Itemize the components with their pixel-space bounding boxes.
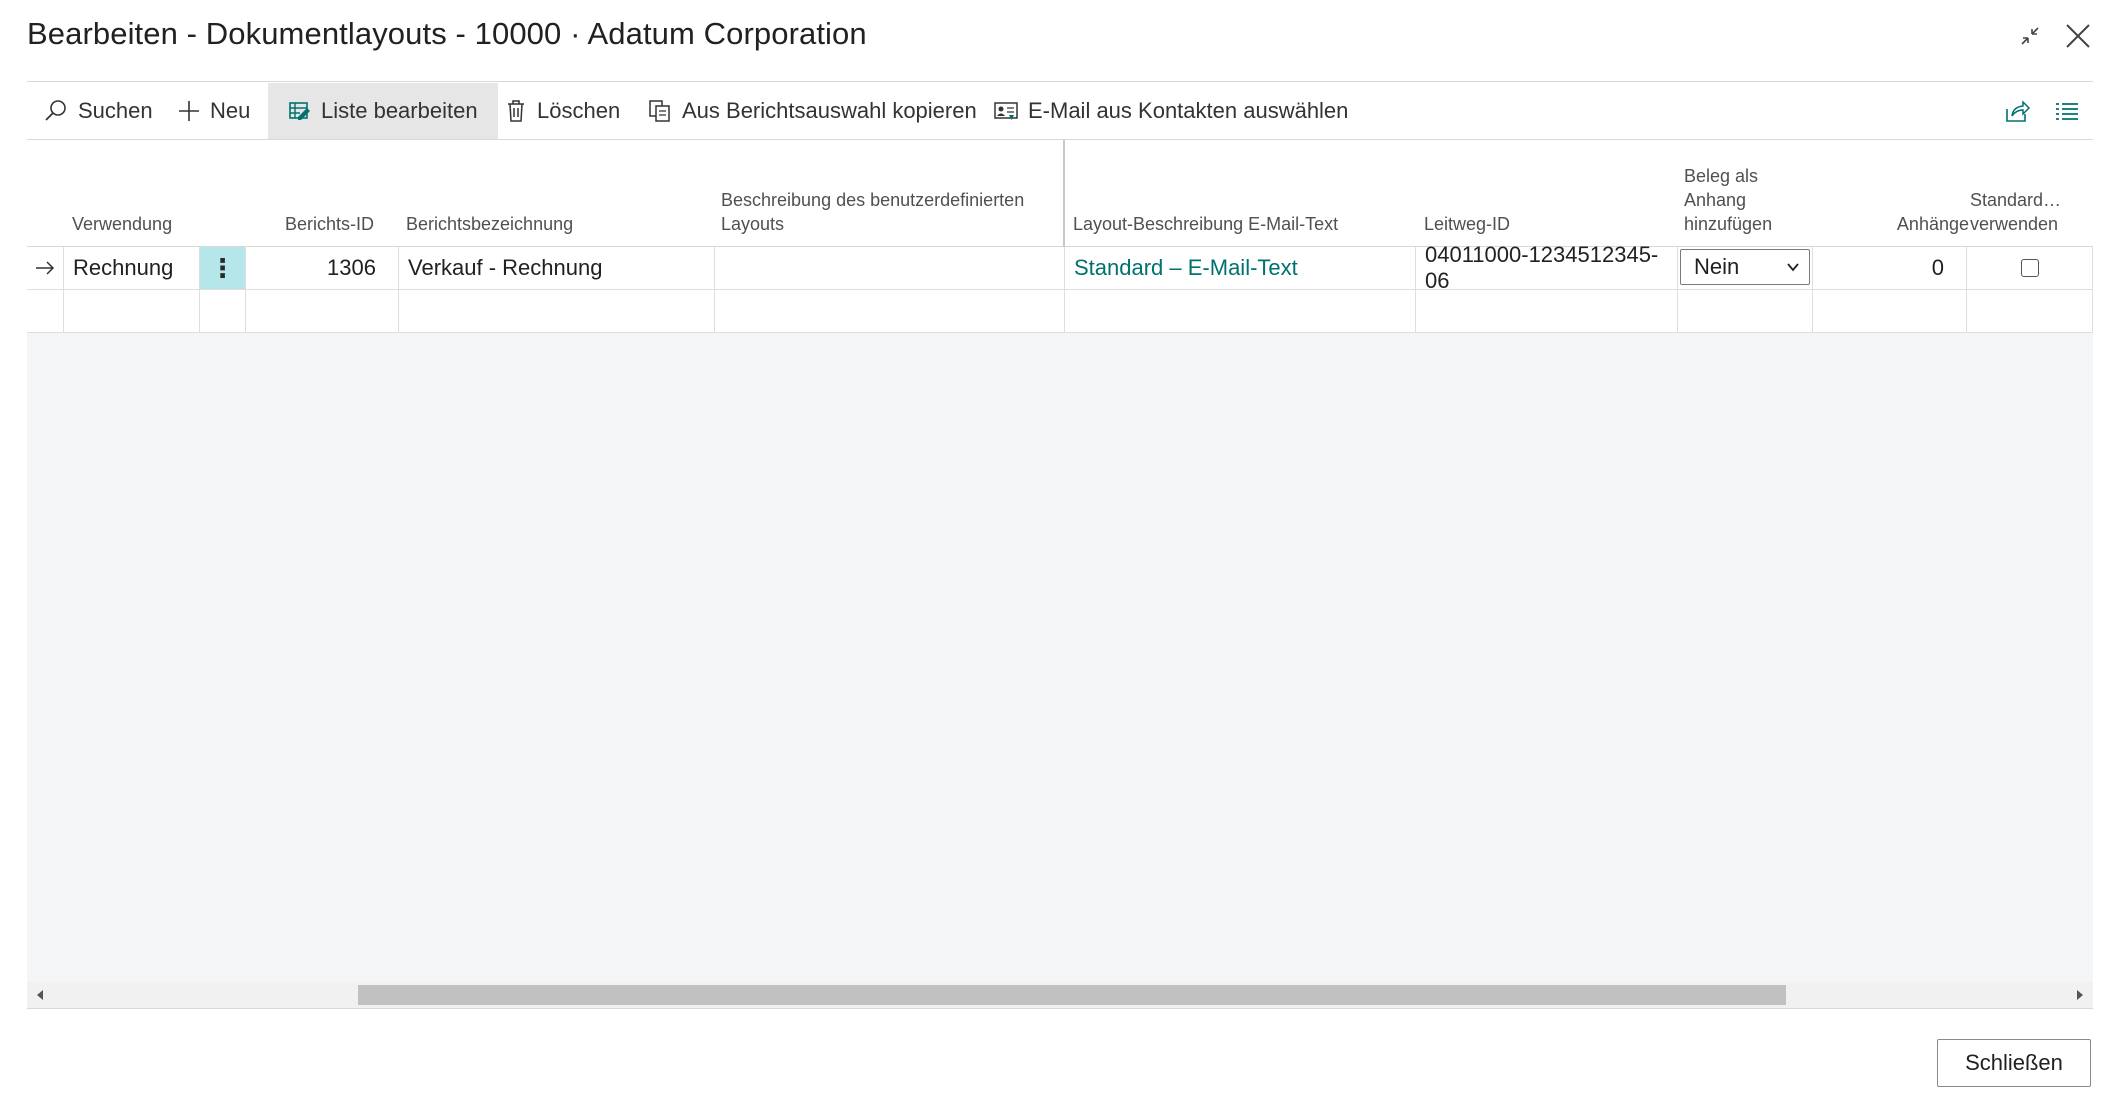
column-header-routing-id[interactable]: Leitweg-ID — [1424, 212, 1510, 236]
row-selector[interactable] — [27, 290, 64, 332]
new-label: Neu — [210, 98, 251, 123]
cell-custom-layout-description[interactable] — [715, 247, 1065, 289]
cell-email-layout-empty[interactable] — [1065, 290, 1416, 332]
delete-label: Löschen — [537, 98, 621, 123]
attach-document-select[interactable]: Nein — [1680, 249, 1810, 285]
copy-label: Aus Berichtsauswahl kopieren — [682, 98, 977, 123]
cell-custom-layout-empty[interactable] — [715, 290, 1065, 332]
new-button[interactable]: Neu — [177, 83, 250, 139]
cell-attachments-empty[interactable] — [1813, 290, 1967, 332]
edit-list-icon — [289, 102, 310, 120]
search-label: Suchen — [78, 98, 153, 123]
list-view-icon[interactable] — [2053, 97, 2081, 125]
chevron-down-icon — [1787, 263, 1799, 272]
column-header-attach-document[interactable]: Beleg als Anhang hinzufügen — [1684, 164, 1794, 236]
cell-usage-empty[interactable] — [64, 290, 200, 332]
email-from-contacts-button[interactable]: E-Mail aus Kontakten auswählen — [993, 83, 1348, 139]
column-header-attachments[interactable]: Anhänge — [1827, 212, 1969, 236]
cell-email-body-layout-description[interactable]: Standard – E-Mail-Text — [1065, 247, 1416, 289]
cell-report-name-empty[interactable] — [399, 290, 715, 332]
cell-use-default-empty[interactable] — [1967, 290, 2093, 332]
cell-routing-id-empty[interactable] — [1416, 290, 1678, 332]
cell-attachments[interactable]: 0 — [1813, 247, 1967, 289]
scroll-left-icon[interactable] — [35, 989, 47, 1001]
copy-from-report-selection-button[interactable]: Aus Berichtsauswahl kopieren — [647, 83, 977, 139]
plus-icon — [179, 101, 199, 121]
cell-usage[interactable]: Rechnung — [64, 247, 200, 289]
column-header-report-name[interactable]: Berichtsbezeichnung — [406, 212, 573, 236]
close-button[interactable]: Schließen — [1937, 1039, 2091, 1087]
action-bar: Suchen Neu Liste bearbeiten Löschen Aus … — [27, 83, 2093, 140]
column-header-email-body-layout-description[interactable]: Layout-Beschreibung E-Mail-Text — [1073, 212, 1338, 236]
column-header-report-id[interactable]: Berichts-ID — [247, 212, 374, 236]
delete-button[interactable]: Löschen — [504, 83, 620, 139]
search-button[interactable]: Suchen — [43, 83, 153, 139]
edit-list-button[interactable]: Liste bearbeiten — [268, 83, 498, 139]
scroll-right-icon[interactable] — [2073, 989, 2085, 1001]
search-icon — [45, 100, 66, 121]
document-layouts-grid: Verwendung Berichts-ID Berichtsbezeichnu… — [27, 140, 2093, 1009]
cell-menu-empty[interactable] — [200, 290, 246, 332]
column-header-use-default[interactable]: Standard… verwenden — [1970, 188, 2070, 236]
cell-report-id-empty[interactable] — [246, 290, 399, 332]
column-header-usage[interactable]: Verwendung — [72, 212, 172, 236]
trash-icon — [508, 100, 524, 122]
share-icon[interactable] — [2003, 97, 2031, 125]
title-divider — [27, 81, 2093, 82]
cell-attach-document[interactable]: Nein — [1678, 247, 1813, 289]
cell-report-id[interactable]: 1306 — [246, 247, 399, 289]
page-title: Bearbeiten - Dokumentlayouts - 10000 · A… — [27, 16, 867, 51]
attach-document-value: Nein — [1694, 254, 1740, 279]
row-actions-menu-icon[interactable]: ⋮ — [200, 247, 246, 289]
table-row-empty[interactable] — [27, 290, 2093, 333]
close-icon[interactable] — [2062, 20, 2094, 52]
cell-report-name[interactable]: Verkauf - Rechnung — [399, 247, 715, 289]
column-header-custom-layout-description[interactable]: Beschreibung des benutzerdefinierten Lay… — [721, 188, 1041, 236]
use-default-checkbox[interactable] — [2020, 259, 2039, 277]
contact-card-icon — [994, 102, 1018, 120]
collapse-icon[interactable] — [2014, 20, 2046, 52]
email-label: E-Mail aus Kontakten auswählen — [1028, 98, 1349, 123]
table-row[interactable]: Rechnung ⋮ 1306 Verkauf - Rechnung Stand… — [27, 242, 2093, 293]
cell-attach-empty[interactable] — [1678, 290, 1813, 332]
scrollbar-thumb[interactable] — [358, 985, 1786, 1005]
title-bar: Bearbeiten - Dokumentlayouts - 10000 · A… — [27, 0, 2116, 75]
horizontal-scrollbar[interactable] — [27, 982, 2093, 1008]
column-header-row: Verwendung Berichts-ID Berichtsbezeichnu… — [27, 140, 2093, 247]
edit-list-label: Liste bearbeiten — [321, 98, 478, 123]
cell-routing-id[interactable]: 04011000-1234512345-06 — [1416, 242, 1678, 293]
cell-use-default[interactable] — [1967, 247, 2093, 289]
row-arrow-icon — [27, 247, 64, 289]
copy-icon — [649, 100, 670, 122]
